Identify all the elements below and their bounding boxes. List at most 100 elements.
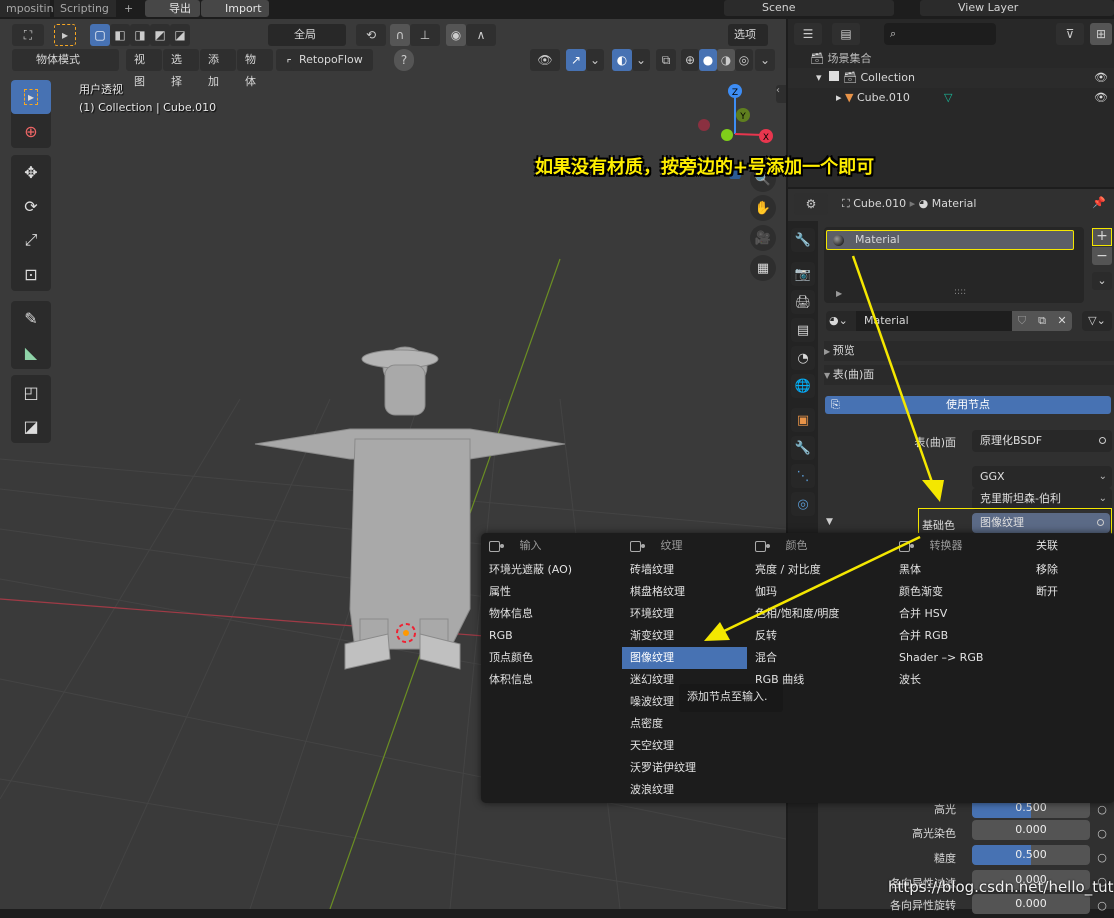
menu-item[interactable]: 合并 HSV bbox=[891, 603, 1026, 625]
menu-item[interactable]: 黑体 bbox=[891, 559, 1026, 581]
camera-view-icon[interactable]: 🎥 bbox=[750, 225, 776, 251]
select-mode-extend[interactable]: ◧ bbox=[110, 24, 130, 46]
xray-toggle[interactable]: ⧉ bbox=[656, 49, 676, 71]
world-tab-icon[interactable]: 🌐 bbox=[791, 374, 815, 398]
eye-icon[interactable]: 👁 bbox=[1094, 88, 1108, 108]
retopoflow-menu[interactable]: RetopoFlow bbox=[291, 49, 373, 71]
browse-material-dropdown[interactable]: ◕⌄ bbox=[826, 311, 856, 331]
add-cube-tool[interactable]: ◰ bbox=[11, 375, 51, 409]
menu-add[interactable]: 添加 bbox=[200, 49, 236, 88]
add-cube-alt-tool[interactable]: ◪ bbox=[11, 409, 51, 443]
tab-scripting[interactable]: Scripting bbox=[54, 0, 116, 17]
view-layer-tab-icon[interactable]: ▤ bbox=[791, 318, 815, 342]
menu-item[interactable]: 环境光遮蔽 (AO) bbox=[481, 559, 621, 581]
specular-tint-slider[interactable]: 0.000 bbox=[972, 820, 1090, 840]
tab-compositing[interactable]: mpositing bbox=[0, 0, 61, 17]
menu-item[interactable]: 属性 bbox=[481, 581, 621, 603]
roughness-slider[interactable]: 0.500 bbox=[972, 845, 1090, 865]
expand-icon[interactable]: ▶ bbox=[836, 289, 842, 298]
tool-select-button[interactable]: ▸ bbox=[54, 24, 76, 46]
material-slot-list[interactable]: Material ▶ :::: bbox=[824, 227, 1084, 303]
material-slot-item[interactable]: Material bbox=[826, 230, 1074, 250]
menu-item[interactable]: 环境纹理 bbox=[622, 603, 747, 625]
pin-icon[interactable]: 📌 bbox=[1092, 196, 1106, 209]
scale-tool[interactable]: ⤢ bbox=[11, 223, 51, 257]
menu-view[interactable]: 视图 bbox=[126, 49, 162, 88]
fake-user-button[interactable]: ⛉ bbox=[1012, 311, 1032, 331]
visibility-dropdown[interactable]: 👁 bbox=[530, 49, 560, 71]
filter-view-dropdown[interactable]: ▤ bbox=[832, 23, 860, 45]
orientation-dropdown[interactable]: 全局 bbox=[268, 24, 346, 46]
outliner-item-cube[interactable]: ▸ ▼ Cube.010 ▽ 👁 bbox=[788, 88, 1114, 108]
use-nodes-button[interactable]: ⎘ 使用节点 bbox=[825, 396, 1111, 414]
link-data-dropdown[interactable]: ▽⌄ bbox=[1082, 311, 1112, 331]
remove-material-slot-button[interactable]: − bbox=[1092, 247, 1112, 265]
add-material-slot-button[interactable]: + bbox=[1092, 228, 1112, 246]
menu-item-disconnect[interactable]: 断开 bbox=[1028, 581, 1114, 603]
menu-item[interactable]: 混合 bbox=[747, 647, 892, 669]
gizmo-dropdown[interactable]: ⌄ bbox=[586, 49, 604, 71]
visibility-checkbox[interactable] bbox=[829, 71, 840, 81]
tool-tab-icon[interactable]: 🔧 bbox=[791, 228, 815, 252]
select-mode-subtract[interactable]: ◨ bbox=[130, 24, 150, 46]
export-button[interactable]: 导出 bbox=[145, 0, 200, 17]
menu-item[interactable]: 色相/饱和度/明度 bbox=[747, 603, 892, 625]
select-mode-new[interactable]: ▢ bbox=[90, 24, 110, 46]
menu-item[interactable]: 波浪纹理 bbox=[622, 779, 747, 801]
mode-dropdown[interactable]: 物体模式 bbox=[12, 49, 119, 71]
properties-editor-type[interactable]: ⚙ bbox=[794, 193, 828, 215]
sidebar-toggle[interactable]: ‹ bbox=[776, 85, 786, 103]
menu-item[interactable]: 点密度 bbox=[622, 713, 747, 735]
gizmo-toggle[interactable]: ↗ bbox=[566, 49, 586, 71]
menu-item[interactable]: 伽玛 bbox=[747, 581, 892, 603]
scene-collection-row[interactable]: 🗃 场景集合 bbox=[810, 49, 871, 69]
help-icon[interactable]: ? bbox=[394, 49, 414, 71]
display-mode-dropdown[interactable]: ☰ bbox=[794, 23, 822, 45]
menu-item[interactable]: 物体信息 bbox=[481, 603, 621, 625]
rotate-tool[interactable]: ⟳ bbox=[11, 189, 51, 223]
menu-item[interactable]: 沃罗诺伊纹理 bbox=[622, 757, 747, 779]
add-workspace-button[interactable]: + bbox=[118, 0, 138, 17]
options-dropdown[interactable]: 选项 bbox=[728, 24, 768, 46]
menu-item[interactable]: 棋盘格纹理 bbox=[622, 581, 747, 603]
physics-tab-icon[interactable]: ◎ bbox=[791, 492, 815, 516]
anisotropic-rotation-slider[interactable]: 0.000 bbox=[972, 894, 1090, 914]
overlay-dropdown[interactable]: ⌄ bbox=[632, 49, 650, 71]
scene-tab-icon[interactable]: ◔ bbox=[791, 346, 815, 370]
select-mode-intersect[interactable]: ◪ bbox=[170, 24, 190, 46]
filter-dropdown[interactable]: ⊽ bbox=[1056, 23, 1084, 45]
scene-selector[interactable]: Scene bbox=[724, 0, 894, 16]
snap-dropdown[interactable]: ⊥ bbox=[410, 24, 440, 46]
menu-item[interactable]: 波长 bbox=[891, 669, 1026, 691]
duplicate-material-button[interactable]: ⧉ bbox=[1032, 311, 1052, 331]
particles-tab-icon[interactable]: ⋱ bbox=[791, 464, 815, 488]
shading-material[interactable]: ◑ bbox=[717, 49, 735, 71]
ortho-grid-icon[interactable]: ▦ bbox=[750, 255, 776, 281]
unlink-material-button[interactable]: ✕ bbox=[1052, 311, 1072, 331]
menu-item[interactable]: 亮度 / 对比度 bbox=[747, 559, 892, 581]
resize-handle[interactable]: :::: bbox=[954, 287, 966, 297]
new-collection-button[interactable]: ⊞ bbox=[1090, 23, 1112, 45]
menu-item-image-texture[interactable]: 图像纹理 bbox=[622, 647, 747, 669]
distribution-dropdown[interactable]: GGX ⌄ bbox=[972, 466, 1112, 488]
snap-toggle[interactable]: ∩ bbox=[390, 24, 410, 46]
proportional-edit-toggle[interactable]: ◉ bbox=[446, 24, 466, 46]
menu-item[interactable]: 颜色渐变 bbox=[891, 581, 1026, 603]
import-button[interactable]: Import bbox=[201, 0, 269, 17]
menu-item[interactable]: Shader –> RGB bbox=[891, 647, 1026, 669]
view-layer-selector[interactable]: View Layer bbox=[920, 0, 1114, 16]
menu-item[interactable]: 顶点颜色 bbox=[481, 647, 621, 669]
editor-type-button[interactable]: ⛶ bbox=[12, 24, 44, 46]
base-color-expand-icon[interactable]: ▼ bbox=[826, 517, 833, 527]
outliner-search-input[interactable]: ⌕ bbox=[884, 23, 996, 45]
pivot-dropdown[interactable]: ⟲ bbox=[356, 24, 386, 46]
output-tab-icon[interactable]: 🖨 bbox=[791, 290, 815, 314]
preview-panel-header[interactable]: ▶ 预览 bbox=[824, 341, 1114, 361]
select-box-tool[interactable]: ▸ bbox=[11, 80, 51, 114]
shading-wireframe[interactable]: ⊕ bbox=[681, 49, 699, 71]
transform-tool[interactable]: ⊡ bbox=[11, 257, 51, 291]
pan-hand-icon[interactable]: ✋ bbox=[750, 195, 776, 221]
mesh-data-icon[interactable]: ▽ bbox=[944, 88, 952, 108]
shading-dropdown[interactable]: ⌄ bbox=[755, 49, 775, 71]
eye-icon[interactable]: 👁 bbox=[1094, 68, 1108, 88]
